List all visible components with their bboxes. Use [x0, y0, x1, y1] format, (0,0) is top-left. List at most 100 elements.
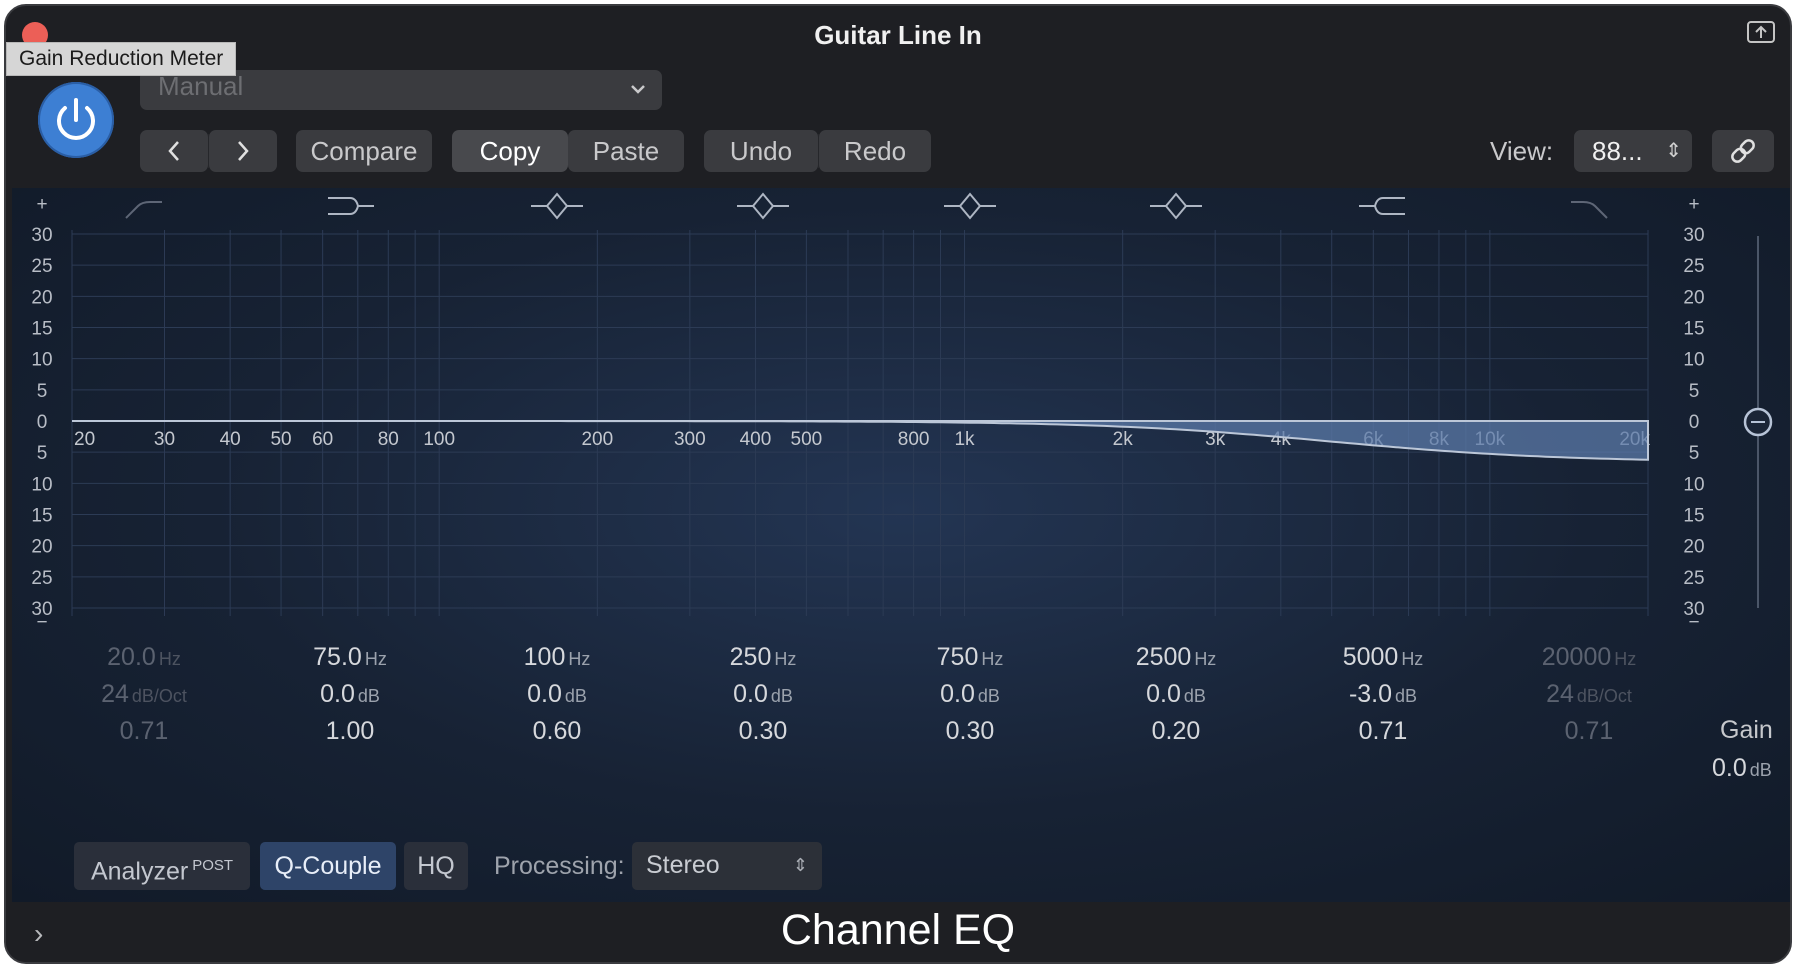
band-q[interactable]: 0.30: [870, 714, 1070, 749]
band-gain[interactable]: 0.0 dB: [250, 677, 450, 714]
frequency-label: 2k: [1113, 429, 1134, 450]
chevron-left-icon: [168, 141, 179, 161]
band-frequency[interactable]: 250 Hz: [663, 640, 863, 677]
undo-button[interactable]: Undo: [704, 130, 818, 172]
view-zoom-select[interactable]: 88... ⇕: [1574, 130, 1692, 172]
analyzer-label: Analyzer: [90, 857, 189, 886]
band-q[interactable]: 0.30: [663, 714, 863, 749]
compare-button[interactable]: Compare: [296, 130, 432, 172]
scale-plus-right-button[interactable]: +: [1688, 194, 1699, 215]
eq-display[interactable]: 30 25 20 15 10 5 0 5 10 15 20 25 30 30 25 20 15 10 5 0 5 10 1…: [12, 188, 1792, 902]
band-5-parameters: 750 Hz 0.0 dB 0.30: [870, 640, 1070, 749]
frequency-label: 100: [423, 429, 455, 450]
db-scale-left-label: 5: [37, 381, 48, 402]
output-gain-number: 0.0: [1712, 754, 1747, 782]
db-scale-right-label: 25: [1683, 568, 1704, 589]
band-gain[interactable]: 0.0 dB: [457, 677, 657, 714]
band-6-parameters: 2500 Hz 0.0 dB 0.20: [1076, 640, 1276, 749]
frequency-label: 1k: [954, 429, 975, 450]
processing-label: Processing:: [494, 852, 625, 880]
db-scale-left-label: 15: [31, 506, 52, 527]
low-cut-icon[interactable]: [125, 201, 162, 219]
power-button[interactable]: [38, 82, 114, 158]
band-gain[interactable]: 0.0 dB: [870, 677, 1070, 714]
output-gain-unit: dB: [1749, 760, 1772, 780]
link-icon: [1731, 139, 1755, 163]
db-scale-right-label: 10: [1683, 474, 1704, 495]
band-gain[interactable]: 24 dB/Oct: [1489, 677, 1689, 714]
db-scale-right-label: 20: [1683, 287, 1704, 308]
frequency-label: 200: [581, 429, 613, 450]
band-frequency[interactable]: 20000 Hz: [1489, 640, 1689, 677]
scale-minus-right-button[interactable]: −: [1688, 612, 1699, 633]
db-scale-left-label: 25: [31, 568, 52, 589]
band-gain[interactable]: 0.0 dB: [663, 677, 863, 714]
band-gain[interactable]: 24 dB/Oct: [44, 677, 244, 714]
plugin-footer: › Channel EQ: [6, 902, 1790, 962]
band-q[interactable]: 0.71: [1489, 714, 1689, 749]
db-scale-left-label: 15: [31, 319, 52, 340]
bell-icon[interactable]: [737, 192, 789, 220]
processing-value: Stereo: [646, 851, 720, 879]
band-gain[interactable]: -3.0 dB: [1283, 677, 1483, 714]
title-bar: Guitar Line In: [6, 6, 1790, 66]
band-frequency[interactable]: 5000 Hz: [1283, 640, 1483, 677]
db-scale-right-label: 30: [1683, 225, 1704, 246]
scale-minus-left-button[interactable]: −: [36, 612, 47, 633]
processing-select[interactable]: Stereo ⇕: [632, 842, 822, 890]
low-shelf-icon[interactable]: [328, 197, 374, 215]
next-preset-button[interactable]: [209, 130, 277, 172]
previous-preset-button[interactable]: [140, 130, 208, 172]
eq-curve[interactable]: [72, 420, 1649, 461]
band-q[interactable]: 1.00: [250, 714, 450, 749]
paste-button[interactable]: Paste: [568, 130, 684, 172]
high-shelf-icon[interactable]: [1359, 197, 1405, 215]
bell-icon[interactable]: [531, 192, 583, 220]
copy-button[interactable]: Copy: [452, 130, 568, 172]
db-scale-right-label: 0: [1689, 412, 1700, 433]
band-frequency[interactable]: 2500 Hz: [1076, 640, 1276, 677]
frequency-label: 60: [312, 429, 333, 450]
band-3-parameters: 100 Hz 0.0 dB 0.60: [457, 640, 657, 749]
band-frequency[interactable]: 20.0 Hz: [44, 640, 244, 677]
db-scale-left-label: 20: [31, 537, 52, 558]
band-frequency[interactable]: 100 Hz: [457, 640, 657, 677]
band-q[interactable]: 0.71: [1283, 714, 1483, 749]
redo-button[interactable]: Redo: [819, 130, 931, 172]
db-scale-left-label: 10: [31, 350, 52, 371]
band-frequency[interactable]: 75.0 Hz: [250, 640, 450, 677]
frequency-label: 30: [154, 429, 175, 450]
output-gain-slider[interactable]: [1743, 236, 1773, 608]
band-frequency[interactable]: 750 Hz: [870, 640, 1070, 677]
link-button[interactable]: [1712, 130, 1774, 172]
high-cut-icon[interactable]: [1571, 201, 1608, 219]
db-scale-right-label: 15: [1683, 506, 1704, 527]
bell-icon[interactable]: [1150, 192, 1202, 220]
band-q[interactable]: 0.20: [1076, 714, 1276, 749]
band-q[interactable]: 0.71: [44, 714, 244, 749]
frequency-label: 500: [791, 429, 823, 450]
gain-reduction-tooltip: Gain Reduction Meter: [6, 42, 237, 76]
frequency-label: 800: [898, 429, 930, 450]
scale-plus-left-button[interactable]: +: [36, 194, 47, 215]
window-expand-icon[interactable]: [1746, 20, 1776, 44]
band-2-parameters: 75.0 Hz 0.0 dB 1.00: [250, 640, 450, 749]
db-scale-left-label: 25: [31, 256, 52, 277]
frequency-label: 400: [740, 429, 772, 450]
db-scale-left-label: 5: [37, 443, 48, 464]
db-scale-right-label: 10: [1683, 350, 1704, 371]
output-gain-label: Gain: [1720, 716, 1773, 744]
band-q[interactable]: 0.60: [457, 714, 657, 749]
frequency-label: 80: [378, 429, 399, 450]
preset-dropdown[interactable]: Manual: [140, 70, 662, 110]
plugin-name: Channel EQ: [780, 906, 1016, 954]
bell-icon[interactable]: [944, 192, 996, 220]
eq-graph[interactable]: 30252015105051015202530 3025201510505101…: [12, 188, 1792, 902]
band-gain[interactable]: 0.0 dB: [1076, 677, 1276, 714]
q-couple-button[interactable]: Q-Couple: [260, 842, 396, 890]
analyzer-button[interactable]: Analyzer POST: [74, 842, 250, 890]
hq-button[interactable]: HQ: [404, 842, 468, 890]
view-zoom-value: 88...: [1592, 136, 1643, 166]
plugin-window: Guitar Line In Gain Reduction Meter Manu…: [4, 4, 1792, 964]
output-gain-value[interactable]: 0.0 dB: [1712, 754, 1772, 783]
